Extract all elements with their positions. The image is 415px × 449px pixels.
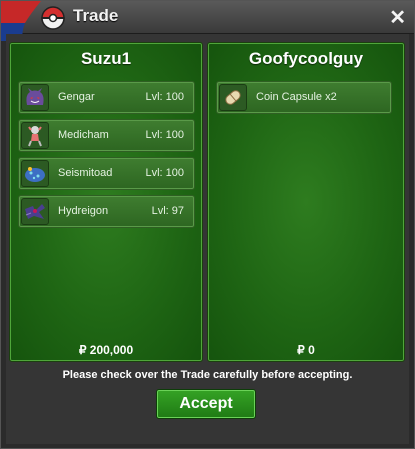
item-name: Medicham <box>58 129 109 141</box>
item-name: Hydreigon <box>58 205 109 217</box>
item-name: Seismitoad <box>58 167 113 179</box>
money-offer-left: ₽ 200,000 <box>78 343 134 357</box>
accept-button[interactable]: Accept <box>156 389 256 419</box>
money-offer-right: ₽ 0 <box>297 343 315 357</box>
item-level: Lvl: 100 <box>145 91 184 103</box>
item-level: Lvl: 100 <box>145 167 184 179</box>
hydreigon-icon <box>21 198 49 225</box>
seismitoad-icon <box>21 160 49 187</box>
medicham-icon <box>21 122 49 149</box>
title-bar[interactable]: Trade ✕ <box>1 1 414 41</box>
trade-item[interactable]: Gengar Lvl: 100 <box>18 81 195 114</box>
trade-item[interactable]: Hydreigon Lvl: 97 <box>18 195 195 228</box>
gengar-icon <box>21 84 49 111</box>
offer-panel-left: Suzu1 Gengar Lvl: 100 Medicham Lvl: 100 <box>9 42 203 362</box>
item-level: Lvl: 100 <box>145 129 184 141</box>
close-icon[interactable]: ✕ <box>389 5 406 30</box>
trade-item[interactable]: Coin Capsule x2 <box>216 81 392 114</box>
item-name: Coin Capsule x2 <box>256 91 337 103</box>
offer-panel-right: Goofycoolguy Coin Capsule x2 ₽ 0 <box>207 42 405 362</box>
window-title: Trade <box>73 6 119 25</box>
trade-window: Trade ✕ Suzu1 Gengar Lvl: 100 Medicham L… <box>0 0 415 449</box>
item-level: Lvl: 97 <box>151 205 184 217</box>
trade-notice: Please check over the Trade carefully be… <box>62 369 353 381</box>
player-name-right: Goofycoolguy <box>248 49 364 68</box>
trade-item[interactable]: Seismitoad Lvl: 100 <box>18 157 195 190</box>
trade-item[interactable]: Medicham Lvl: 100 <box>18 119 195 152</box>
coin-capsule-icon <box>219 84 247 111</box>
player-name-left: Suzu1 <box>80 49 132 68</box>
item-name: Gengar <box>58 91 95 103</box>
trade-content: Suzu1 Gengar Lvl: 100 Medicham Lvl: 100 <box>6 34 409 444</box>
